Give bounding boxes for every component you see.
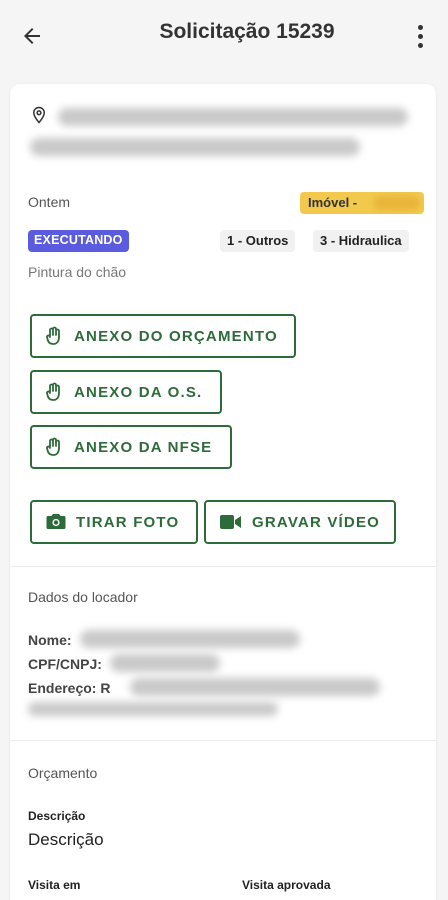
attachment-hand-icon	[46, 382, 64, 402]
locador-cpf-blurred	[110, 654, 220, 672]
address-blurred	[58, 108, 408, 126]
attachment-hand-icon	[46, 326, 64, 346]
anexo-nfse-button[interactable]: ANEXO DA NFSE	[30, 425, 232, 469]
imovel-badge: Imóvel -	[300, 192, 424, 214]
divider	[10, 740, 436, 741]
request-card: Ontem Imóvel - EXECUTANDO 1 - Outros 3 -…	[10, 84, 436, 900]
address-blurred	[30, 138, 360, 156]
divider	[10, 566, 436, 567]
status-badge: EXECUTANDO	[28, 230, 129, 252]
dot-icon	[417, 42, 423, 48]
tag-service: 3 - Hidraulica	[313, 230, 409, 252]
page-title: Solicitação 15239	[159, 20, 335, 43]
anexo-os-label: ANEXO DA O.S.	[74, 383, 203, 401]
imovel-blurred	[374, 196, 420, 210]
video-camera-icon	[220, 514, 242, 530]
descricao-value: Descrição	[28, 830, 104, 849]
dot-icon	[417, 24, 423, 30]
gravar-video-button[interactable]: GRAVAR VÍDEO	[204, 500, 396, 544]
descricao-label: Descrição	[28, 809, 86, 823]
visita-em-label: Visita em	[28, 878, 81, 892]
imovel-label: Imóvel -	[308, 195, 358, 210]
location-pin-icon	[32, 106, 46, 124]
locador-endereco-blurred	[130, 678, 380, 696]
locador-extra-blurred	[28, 702, 278, 716]
locador-section-title: Dados do locador	[28, 589, 138, 605]
request-description: Pintura do chão	[28, 264, 127, 280]
more-options-button[interactable]	[408, 18, 432, 54]
tag-category: 1 - Outros	[220, 230, 296, 252]
locador-nome-blurred	[80, 630, 300, 648]
anexo-orcamento-button[interactable]: ANEXO DO ORÇAMENTO	[30, 314, 296, 358]
tirar-foto-button[interactable]: TIRAR FOTO	[30, 500, 198, 544]
locador-nome-label: Nome:	[28, 632, 72, 648]
app-bar: Solicitação 15239	[0, 0, 448, 72]
locador-endereco-label: Endereço: R	[28, 680, 111, 696]
attachment-hand-icon	[46, 437, 64, 457]
request-date: Ontem	[28, 194, 71, 210]
orcamento-section-title: Orçamento	[28, 765, 98, 781]
gravar-video-label: GRAVAR VÍDEO	[252, 513, 381, 531]
anexo-nfse-label: ANEXO DA NFSE	[74, 438, 213, 456]
tirar-foto-label: TIRAR FOTO	[76, 513, 180, 531]
dot-icon	[417, 33, 423, 39]
anexo-os-button[interactable]: ANEXO DA O.S.	[30, 370, 222, 414]
locador-cpf-label: CPF/CNPJ:	[28, 656, 102, 672]
camera-icon	[46, 513, 66, 531]
visita-aprovada-label: Visita aprovada	[242, 878, 331, 892]
anexo-orcamento-label: ANEXO DO ORÇAMENTO	[74, 327, 278, 345]
